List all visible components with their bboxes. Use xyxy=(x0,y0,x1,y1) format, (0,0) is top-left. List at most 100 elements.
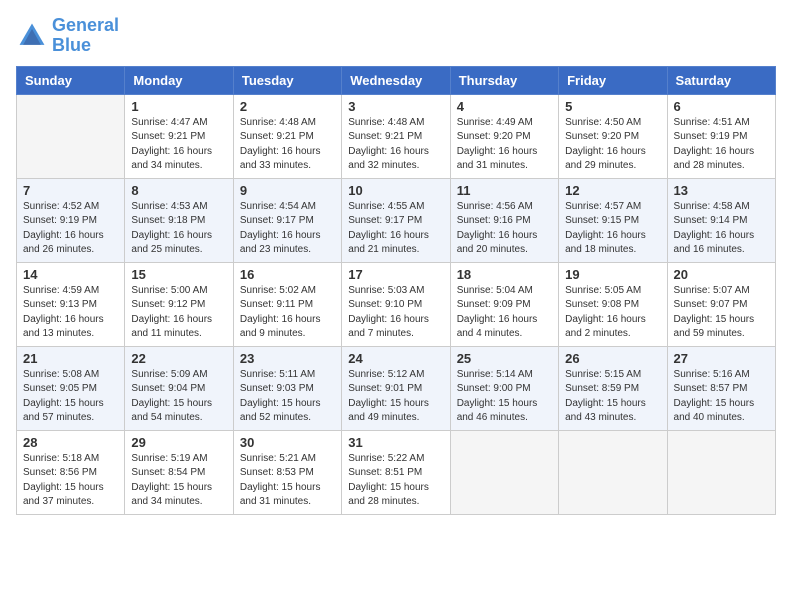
calendar-cell: 5 Sunrise: 4:50 AMSunset: 9:20 PMDaylight… xyxy=(559,94,667,178)
day-number: 30 xyxy=(240,435,335,450)
day-info: Sunrise: 5:05 AMSunset: 9:08 PMDaylight:… xyxy=(565,284,660,342)
calendar-week-row: 1 Sunrise: 4:47 AMSunset: 9:21 PMDaylight… xyxy=(17,94,776,178)
day-number: 3 xyxy=(348,99,443,114)
calendar-table: SundayMondayTuesdayWednesdayThursdayFrid… xyxy=(16,66,776,515)
day-info: Sunrise: 4:59 AMSunset: 9:13 PMDaylight:… xyxy=(23,284,118,342)
calendar-cell xyxy=(450,430,558,514)
day-info: Sunrise: 5:08 AMSunset: 9:05 PMDaylight:… xyxy=(23,368,118,426)
calendar-cell: 20 Sunrise: 5:07 AMSunset: 9:07 PMDayligh… xyxy=(667,262,775,346)
calendar-cell: 13 Sunrise: 4:58 AMSunset: 9:14 PMDayligh… xyxy=(667,178,775,262)
calendar-cell: 3 Sunrise: 4:48 AMSunset: 9:21 PMDaylight… xyxy=(342,94,450,178)
calendar-cell xyxy=(17,94,125,178)
day-number: 14 xyxy=(23,267,118,282)
day-info: Sunrise: 4:49 AMSunset: 9:20 PMDaylight:… xyxy=(457,116,552,174)
day-number: 7 xyxy=(23,183,118,198)
calendar-cell: 17Sunrise: 5:03 AMSunset: 9:10 PMDayligh… xyxy=(342,262,450,346)
day-header-saturday: Saturday xyxy=(667,66,775,94)
calendar-cell xyxy=(559,430,667,514)
day-info: Sunrise: 5:19 AMSunset: 8:54 PMDaylight:… xyxy=(131,452,226,510)
day-number: 31 xyxy=(348,435,443,450)
day-info: Sunrise: 5:11 AMSunset: 9:03 PMDaylight:… xyxy=(240,368,335,426)
calendar-cell: 30 Sunrise: 5:21 AMSunset: 8:53 PMDayligh… xyxy=(233,430,341,514)
day-info: Sunrise: 4:51 AMSunset: 9:19 PMDaylight:… xyxy=(674,116,769,174)
day-info: Sunrise: 5:21 AMSunset: 8:53 PMDaylight:… xyxy=(240,452,335,510)
calendar-cell: 15Sunrise: 5:00 AMSunset: 9:12 PMDayligh… xyxy=(125,262,233,346)
day-info: Sunrise: 4:53 AMSunset: 9:18 PMDaylight:… xyxy=(131,200,226,258)
calendar-cell: 1 Sunrise: 4:47 AMSunset: 9:21 PMDaylight… xyxy=(125,94,233,178)
calendar-cell: 19 Sunrise: 5:05 AMSunset: 9:08 PMDayligh… xyxy=(559,262,667,346)
calendar-week-row: 21 Sunrise: 5:08 AMSunset: 9:05 PMDayligh… xyxy=(17,346,776,430)
calendar-cell: 29 Sunrise: 5:19 AMSunset: 8:54 PMDayligh… xyxy=(125,430,233,514)
day-number: 27 xyxy=(674,351,769,366)
day-number: 20 xyxy=(674,267,769,282)
day-number: 28 xyxy=(23,435,118,450)
day-number: 4 xyxy=(457,99,552,114)
day-number: 22 xyxy=(131,351,226,366)
day-info: Sunrise: 4:54 AMSunset: 9:17 PMDaylight:… xyxy=(240,200,335,258)
calendar-cell: 4 Sunrise: 4:49 AMSunset: 9:20 PMDaylight… xyxy=(450,94,558,178)
day-info: Sunrise: 4:50 AMSunset: 9:20 PMDaylight:… xyxy=(565,116,660,174)
day-number: 21 xyxy=(23,351,118,366)
day-number: 16 xyxy=(240,267,335,282)
day-info: Sunrise: 4:57 AMSunset: 9:15 PMDaylight:… xyxy=(565,200,660,258)
day-info: Sunrise: 5:16 AMSunset: 8:57 PMDaylight:… xyxy=(674,368,769,426)
calendar-cell: 7 Sunrise: 4:52 AMSunset: 9:19 PMDaylight… xyxy=(17,178,125,262)
calendar-cell: 16 Sunrise: 5:02 AMSunset: 9:11 PMDayligh… xyxy=(233,262,341,346)
day-number: 8 xyxy=(131,183,226,198)
day-info: Sunrise: 5:15 AMSunset: 8:59 PMDaylight:… xyxy=(565,368,660,426)
calendar-cell: 8 Sunrise: 4:53 AMSunset: 9:18 PMDaylight… xyxy=(125,178,233,262)
day-header-thursday: Thursday xyxy=(450,66,558,94)
day-info: Sunrise: 4:58 AMSunset: 9:14 PMDaylight:… xyxy=(674,200,769,258)
page-header: General Blue xyxy=(16,16,776,56)
day-info: Sunrise: 5:18 AMSunset: 8:56 PMDaylight:… xyxy=(23,452,118,510)
logo: General Blue xyxy=(16,16,119,56)
day-info: Sunrise: 5:07 AMSunset: 9:07 PMDaylight:… xyxy=(674,284,769,342)
day-info: Sunrise: 4:48 AMSunset: 9:21 PMDaylight:… xyxy=(348,116,443,174)
day-number: 10 xyxy=(348,183,443,198)
day-number: 24 xyxy=(348,351,443,366)
day-number: 1 xyxy=(131,99,226,114)
calendar-cell: 28 Sunrise: 5:18 AMSunset: 8:56 PMDayligh… xyxy=(17,430,125,514)
day-info: Sunrise: 4:56 AMSunset: 9:16 PMDaylight:… xyxy=(457,200,552,258)
day-header-sunday: Sunday xyxy=(17,66,125,94)
logo-text: General Blue xyxy=(52,16,119,56)
calendar-cell: 6Sunrise: 4:51 AMSunset: 9:19 PMDaylight… xyxy=(667,94,775,178)
day-info: Sunrise: 5:09 AMSunset: 9:04 PMDaylight:… xyxy=(131,368,226,426)
day-info: Sunrise: 4:52 AMSunset: 9:19 PMDaylight:… xyxy=(23,200,118,258)
calendar-cell: 25 Sunrise: 5:14 AMSunset: 9:00 PMDayligh… xyxy=(450,346,558,430)
day-number: 26 xyxy=(565,351,660,366)
day-info: Sunrise: 4:48 AMSunset: 9:21 PMDaylight:… xyxy=(240,116,335,174)
day-number: 29 xyxy=(131,435,226,450)
day-info: Sunrise: 5:14 AMSunset: 9:00 PMDaylight:… xyxy=(457,368,552,426)
calendar-week-row: 7 Sunrise: 4:52 AMSunset: 9:19 PMDaylight… xyxy=(17,178,776,262)
calendar-cell: 21 Sunrise: 5:08 AMSunset: 9:05 PMDayligh… xyxy=(17,346,125,430)
calendar-cell: 22 Sunrise: 5:09 AMSunset: 9:04 PMDayligh… xyxy=(125,346,233,430)
day-header-monday: Monday xyxy=(125,66,233,94)
day-number: 9 xyxy=(240,183,335,198)
day-number: 11 xyxy=(457,183,552,198)
day-info: Sunrise: 5:12 AMSunset: 9:01 PMDaylight:… xyxy=(348,368,443,426)
day-info: Sunrise: 4:55 AMSunset: 9:17 PMDaylight:… xyxy=(348,200,443,258)
calendar-week-row: 28 Sunrise: 5:18 AMSunset: 8:56 PMDayligh… xyxy=(17,430,776,514)
day-number: 5 xyxy=(565,99,660,114)
calendar-cell: 2Sunrise: 4:48 AMSunset: 9:21 PMDaylight… xyxy=(233,94,341,178)
day-number: 13 xyxy=(674,183,769,198)
day-info: Sunrise: 5:02 AMSunset: 9:11 PMDaylight:… xyxy=(240,284,335,342)
day-number: 18 xyxy=(457,267,552,282)
day-header-wednesday: Wednesday xyxy=(342,66,450,94)
calendar-cell: 24 Sunrise: 5:12 AMSunset: 9:01 PMDayligh… xyxy=(342,346,450,430)
day-number: 12 xyxy=(565,183,660,198)
day-number: 25 xyxy=(457,351,552,366)
day-info: Sunrise: 4:47 AMSunset: 9:21 PMDaylight:… xyxy=(131,116,226,174)
calendar-cell: 31Sunrise: 5:22 AMSunset: 8:51 PMDayligh… xyxy=(342,430,450,514)
day-number: 15 xyxy=(131,267,226,282)
calendar-cell: 12 Sunrise: 4:57 AMSunset: 9:15 PMDayligh… xyxy=(559,178,667,262)
calendar-cell: 10 Sunrise: 4:55 AMSunset: 9:17 PMDayligh… xyxy=(342,178,450,262)
calendar-cell xyxy=(667,430,775,514)
day-info: Sunrise: 5:03 AMSunset: 9:10 PMDaylight:… xyxy=(348,284,443,342)
day-info: Sunrise: 5:04 AMSunset: 9:09 PMDaylight:… xyxy=(457,284,552,342)
day-number: 19 xyxy=(565,267,660,282)
calendar-cell: 14 Sunrise: 4:59 AMSunset: 9:13 PMDayligh… xyxy=(17,262,125,346)
calendar-cell: 18 Sunrise: 5:04 AMSunset: 9:09 PMDayligh… xyxy=(450,262,558,346)
calendar-cell: 26 Sunrise: 5:15 AMSunset: 8:59 PMDayligh… xyxy=(559,346,667,430)
